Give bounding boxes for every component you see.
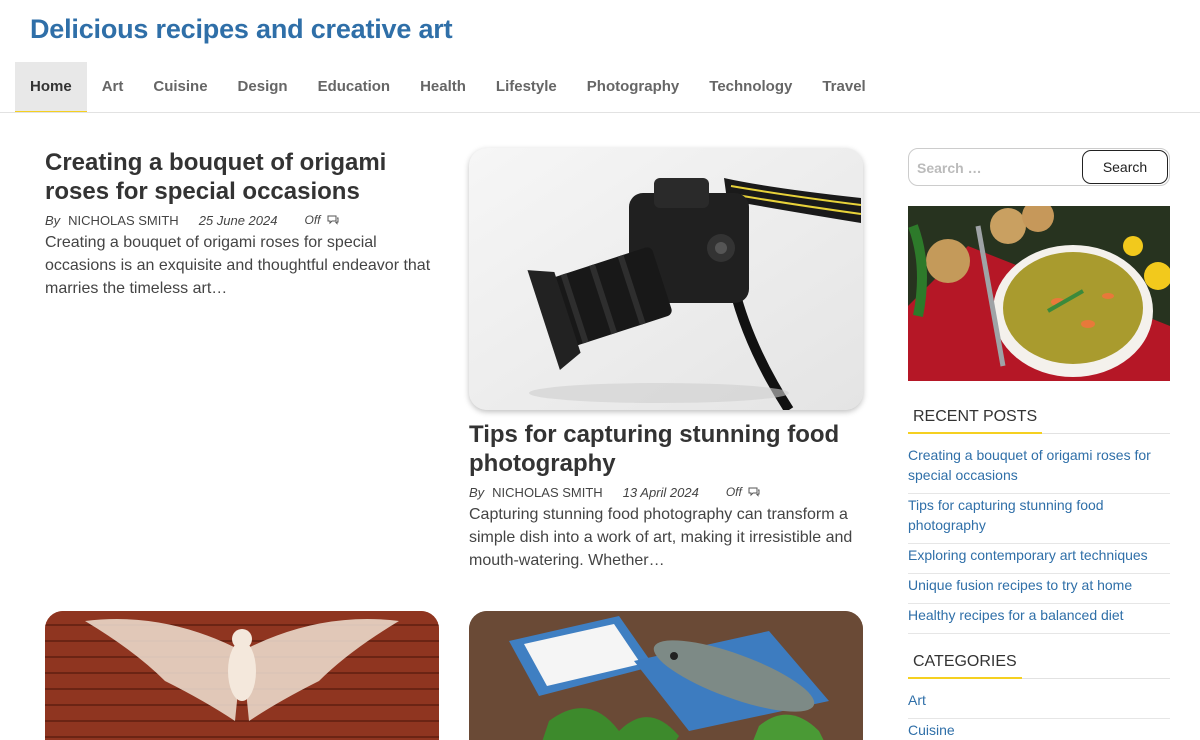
post-comments-status: Off [725, 485, 742, 499]
recent-posts-list: Creating a bouquet of origami roses for … [908, 445, 1170, 635]
post-thumbnail-fish-dish[interactable] [469, 611, 863, 740]
camera-image [469, 148, 863, 410]
soup-image [908, 206, 1170, 381]
main-nav: Home Art Cuisine Design Education Health… [15, 62, 881, 113]
meta-by-label: By [45, 212, 61, 228]
nav-item-cuisine[interactable]: Cuisine [138, 62, 222, 113]
post-title[interactable]: Tips for capturing stunning food photogr… [469, 420, 863, 478]
fish-dish-image [469, 611, 863, 740]
nav-item-technology[interactable]: Technology [694, 62, 807, 113]
wings-mural-image [45, 611, 439, 740]
search-form: Search [908, 148, 1170, 186]
comment-icon [748, 487, 760, 497]
recent-posts-title: RECENT POSTS [908, 405, 1043, 434]
post-meta: By NICHOLAS SMITH 25 June 2024 Off [45, 212, 440, 228]
post-card-food-photography: Tips for capturing stunning food photogr… [469, 420, 863, 572]
post-date[interactable]: 13 April 2024 [623, 485, 699, 500]
nav-item-home[interactable]: Home [15, 62, 87, 113]
post-thumbnail-camera[interactable] [469, 148, 863, 410]
post-meta: By NICHOLAS SMITH 13 April 2024 Off [469, 484, 863, 500]
comment-icon [327, 215, 338, 225]
post-excerpt: Capturing stunning food photography can … [469, 506, 853, 569]
post-date[interactable]: 25 June 2024 [199, 213, 278, 228]
nav-item-design[interactable]: Design [223, 62, 303, 113]
post-excerpt: Creating a bouquet of origami roses for … [45, 234, 431, 297]
post-title[interactable]: Creating a bouquet of origami roses for … [45, 148, 440, 206]
post-card-origami: Creating a bouquet of origami roses for … [45, 148, 440, 300]
recent-posts-heading: RECENT POSTS [908, 405, 1170, 434]
category-link[interactable]: Cuisine [908, 720, 1170, 740]
recent-post-link[interactable]: Unique fusion recipes to try at home [908, 575, 1170, 604]
post-thumbnail-wings-mural[interactable] [45, 611, 439, 740]
nav-item-travel[interactable]: Travel [807, 62, 880, 113]
recent-post-link[interactable]: Tips for capturing stunning food photogr… [908, 495, 1170, 544]
nav-item-art[interactable]: Art [87, 62, 139, 113]
post-author-link[interactable]: NICHOLAS SMITH [68, 213, 179, 228]
category-link[interactable]: Art [908, 690, 1170, 719]
categories-heading: CATEGORIES [908, 650, 1170, 679]
post-author-link[interactable]: NICHOLAS SMITH [492, 485, 603, 500]
sidebar-image-soup [908, 206, 1170, 381]
recent-post-link[interactable]: Exploring contemporary art techniques [908, 545, 1170, 574]
categories-title: CATEGORIES [908, 650, 1022, 679]
search-button[interactable]: Search [1082, 150, 1168, 184]
post-comments-status: Off [304, 213, 321, 227]
meta-by-label: By [469, 484, 485, 500]
nav-item-health[interactable]: Health [405, 62, 481, 113]
nav-item-lifestyle[interactable]: Lifestyle [481, 62, 572, 113]
recent-post-link[interactable]: Healthy recipes for a balanced diet [908, 605, 1170, 634]
search-input[interactable] [917, 158, 1077, 178]
nav-item-education[interactable]: Education [303, 62, 406, 113]
categories-list: Art Cuisine [908, 690, 1170, 740]
recent-post-link[interactable]: Creating a bouquet of origami roses for … [908, 445, 1170, 494]
site-title[interactable]: Delicious recipes and creative art [30, 14, 453, 45]
nav-item-photography[interactable]: Photography [572, 62, 695, 113]
nav-divider [0, 112, 1200, 113]
